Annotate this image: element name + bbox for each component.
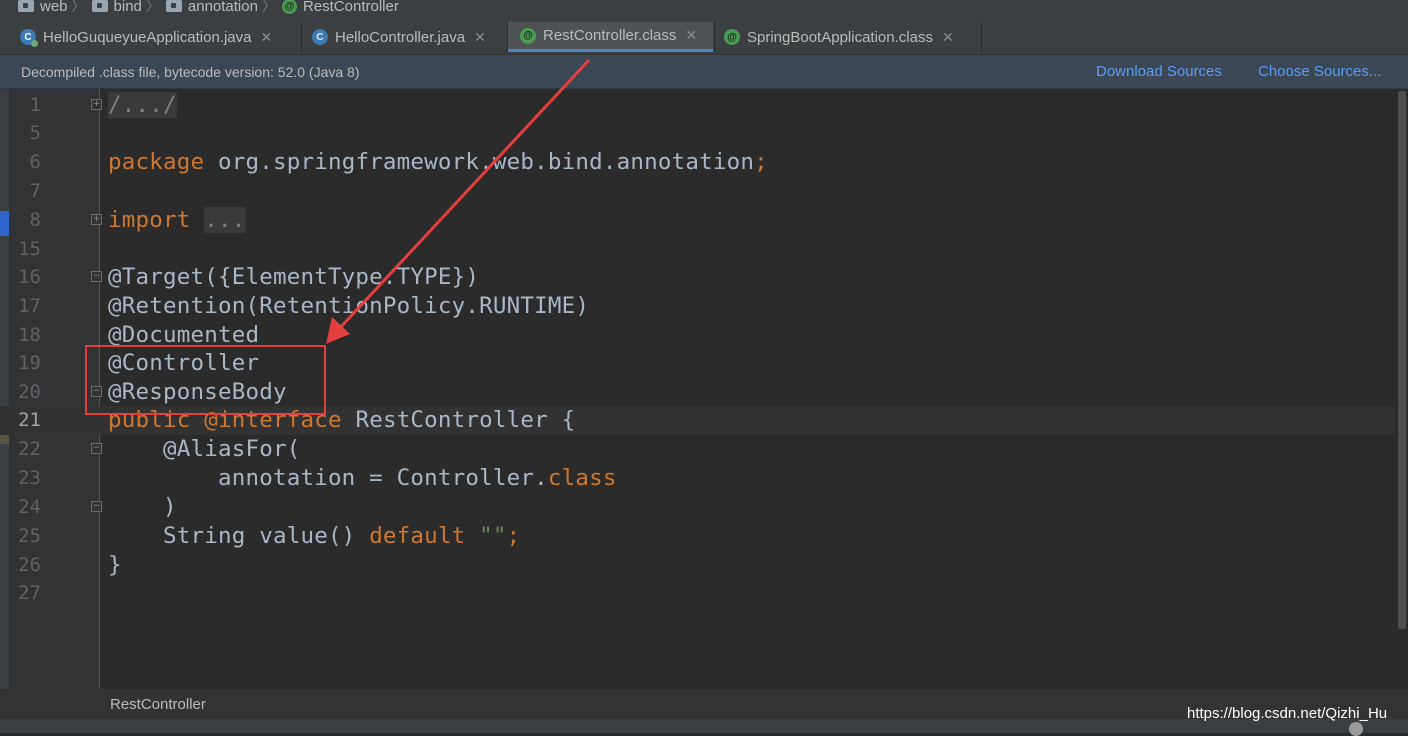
code-line: 15: [18, 238, 41, 260]
gear-icon[interactable]: [1349, 722, 1363, 736]
fold-expand-icon[interactable]: +: [91, 214, 102, 225]
spring-class-icon: C: [20, 29, 38, 47]
code-line: 24 − ): [18, 494, 177, 520]
banner-message: Decompiled .class file, bytecode version…: [21, 63, 360, 80]
code-line: 22 − @AliasFor(: [18, 436, 301, 462]
watermark-text: https://blog.csdn.net/Qizhi_Hu: [1187, 705, 1388, 722]
close-icon[interactable]: ✕: [685, 27, 697, 44]
code-breadcrumb-item[interactable]: RestController: [110, 696, 206, 713]
code-line: 23 annotation = Controller.class: [18, 465, 617, 491]
editor-tab-bar: C HelloGuqueyueApplication.java ✕ C Hell…: [0, 18, 1408, 55]
breadcrumb-item-bind[interactable]: bind 〉: [91, 0, 166, 15]
breadcrumb-separator: 〉: [261, 0, 276, 14]
code-line: 7: [29, 180, 41, 202]
folder-icon: [18, 0, 34, 12]
annotation-icon: @: [281, 0, 297, 14]
tab-helloguqueyueapplication[interactable]: C HelloGuqueyueApplication.java ✕: [20, 22, 300, 52]
navigation-breadcrumb: web 〉 bind 〉 annotation 〉 @ RestControll…: [0, 0, 1408, 18]
close-icon[interactable]: ✕: [942, 29, 954, 46]
fold-collapse-icon[interactable]: −: [91, 501, 102, 512]
annotation-highlight-box: [85, 345, 326, 415]
decompiled-notification-banner: Decompiled .class file, bytecode version…: [0, 55, 1408, 89]
tab-springbootapplication[interactable]: @ SpringBootApplication.class ✕: [724, 22, 980, 52]
code-line: 6 package org.springframework.web.bind.a…: [29, 149, 768, 175]
breadcrumb-item-annotation[interactable]: annotation 〉: [165, 0, 282, 15]
code-line: 27: [18, 582, 41, 604]
choose-sources-link[interactable]: Choose Sources...: [1258, 63, 1381, 80]
annotation-icon: @: [724, 29, 740, 45]
tab-divider: [714, 22, 715, 52]
folder-icon: [165, 0, 182, 12]
folded-region[interactable]: ...: [204, 207, 246, 233]
code-line: 25 String value() default "";: [18, 523, 521, 549]
breadcrumb-separator: 〉: [145, 0, 160, 14]
breadcrumb-item-web[interactable]: web 〉: [18, 0, 92, 15]
tab-hellocontroller[interactable]: C HelloController.java ✕: [312, 22, 506, 52]
fold-expand-icon[interactable]: +: [91, 99, 102, 110]
folded-region[interactable]: /.../: [108, 92, 177, 118]
annotation-icon: @: [520, 27, 536, 44]
code-line: 16 − @Target({ElementType.TYPE}): [18, 264, 480, 290]
breadcrumb-item-restcontroller[interactable]: @ RestController: [281, 0, 399, 15]
breadcrumb-separator: 〉: [71, 0, 86, 14]
code-line: 8 + import ...: [29, 207, 246, 233]
scrollbar-thumb[interactable]: [1398, 91, 1406, 629]
tab-divider: [981, 22, 982, 52]
code-line: 5: [29, 122, 41, 144]
close-icon[interactable]: ✕: [260, 29, 272, 46]
fold-collapse-icon[interactable]: −: [91, 443, 102, 454]
folder-icon: [91, 0, 108, 12]
code-line: 17 @Retention(RetentionPolicy.RUNTIME): [18, 293, 590, 319]
code-line: 1 + /.../: [29, 92, 177, 118]
download-sources-link[interactable]: Download Sources: [1096, 63, 1222, 80]
fold-collapse-icon[interactable]: −: [91, 271, 102, 282]
tab-restcontroller[interactable]: @ RestController.class ✕: [508, 22, 713, 52]
code-line: 26 }: [18, 552, 122, 578]
class-icon: C: [312, 29, 328, 45]
close-icon[interactable]: ✕: [474, 29, 486, 46]
tab-divider: [301, 22, 302, 52]
